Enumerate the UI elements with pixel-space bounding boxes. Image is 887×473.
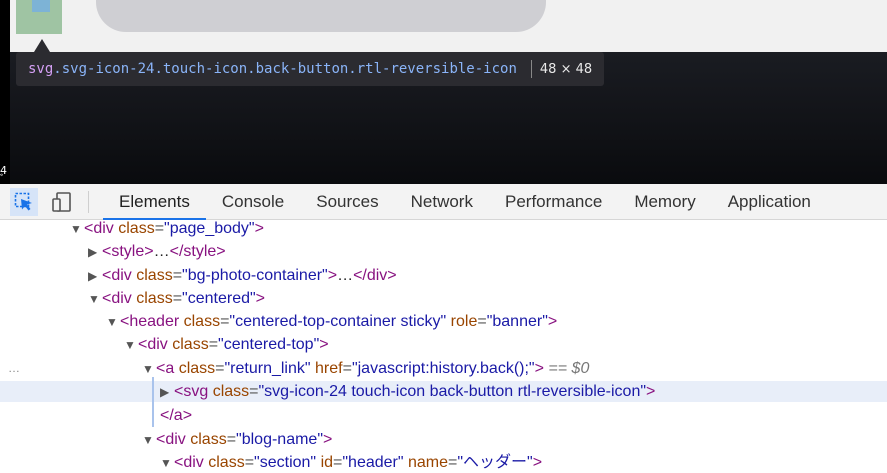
tooltip-arrow	[34, 39, 50, 52]
dom-node-page-body[interactable]: ▼ <div class="page_body">	[0, 218, 887, 239]
tooltip-classes: .svg-icon-24.touch-icon.back-button.rtl-…	[53, 61, 517, 77]
toolbar-separator	[88, 190, 89, 213]
left-edge-strip	[0, 0, 10, 184]
collapse-triangle-icon[interactable]: ▼	[106, 312, 120, 332]
collapse-triangle-icon[interactable]: ▼	[88, 289, 102, 309]
tab-application[interactable]: Application	[712, 184, 827, 220]
expand-triangle-icon[interactable]: ▶	[88, 266, 102, 286]
device-toggle-icon	[52, 191, 71, 212]
expand-triangle-icon[interactable]: ▶	[160, 382, 174, 402]
element-tooltip: svg.svg-icon-24.touch-icon.back-button.r…	[16, 52, 605, 86]
dom-node-blog-name[interactable]: ▼ <div class="blog-name">	[0, 429, 887, 450]
side-chars: 4 ﾞ	[0, 164, 7, 186]
tab-sources[interactable]: Sources	[300, 184, 394, 220]
page-viewport: 4 ﾞ	[0, 0, 887, 186]
devtools-toolbar: Elements Console Sources Network Perform…	[0, 184, 887, 220]
device-toolbar-button[interactable]	[48, 188, 76, 216]
inspected-element-content-highlight	[32, 0, 50, 12]
collapse-triangle-icon[interactable]: ▼	[70, 219, 84, 239]
inspect-element-button[interactable]	[10, 187, 38, 216]
dom-node-svg-selected[interactable]: ▶ <svg class="svg-icon-24 touch-icon back…	[0, 381, 887, 402]
collapse-triangle-icon[interactable]: ▼	[124, 335, 138, 355]
tab-memory[interactable]: Memory	[618, 184, 711, 220]
dom-node-centered-top[interactable]: ▼ <div class="centered-top">	[0, 334, 887, 355]
expand-triangle-icon[interactable]: ▶	[88, 242, 102, 262]
dom-node-header[interactable]: ▼ <header class="centered-top-container s…	[0, 311, 887, 332]
tab-network[interactable]: Network	[395, 184, 489, 220]
selected-node-marker: == $0	[548, 360, 590, 377]
node-actions-icon[interactable]: …	[8, 358, 20, 379]
tab-elements[interactable]: Elements	[103, 184, 206, 220]
collapse-triangle-icon[interactable]: ▼	[160, 453, 174, 473]
dom-node-a-close[interactable]: </a>	[0, 405, 887, 426]
tab-console[interactable]: Console	[206, 184, 300, 220]
dom-node-centered[interactable]: ▼ <div class="centered">	[0, 288, 887, 309]
inspect-cursor-icon	[14, 192, 32, 210]
tooltip-size: 48 × 48	[539, 61, 593, 77]
tooltip-divider	[530, 60, 532, 78]
selection-guide-line	[152, 377, 154, 427]
dom-node-return-link[interactable]: … ▼ <a class="return_link" href="javascri…	[0, 358, 887, 379]
collapse-triangle-icon[interactable]: ▼	[142, 430, 156, 450]
dom-node-section-header[interactable]: ▼ <div class="section" id="header" name="…	[0, 452, 887, 473]
collapse-triangle-icon[interactable]: ▼	[142, 359, 156, 379]
search-bar-placeholder	[96, 0, 546, 32]
dom-node-style[interactable]: ▶ <style>…</style>	[0, 241, 887, 262]
tab-performance[interactable]: Performance	[489, 184, 618, 220]
tooltip-tag: svg	[28, 61, 54, 77]
dom-node-bg-photo-container[interactable]: ▶ <div class="bg-photo-container">…</div>	[0, 265, 887, 286]
